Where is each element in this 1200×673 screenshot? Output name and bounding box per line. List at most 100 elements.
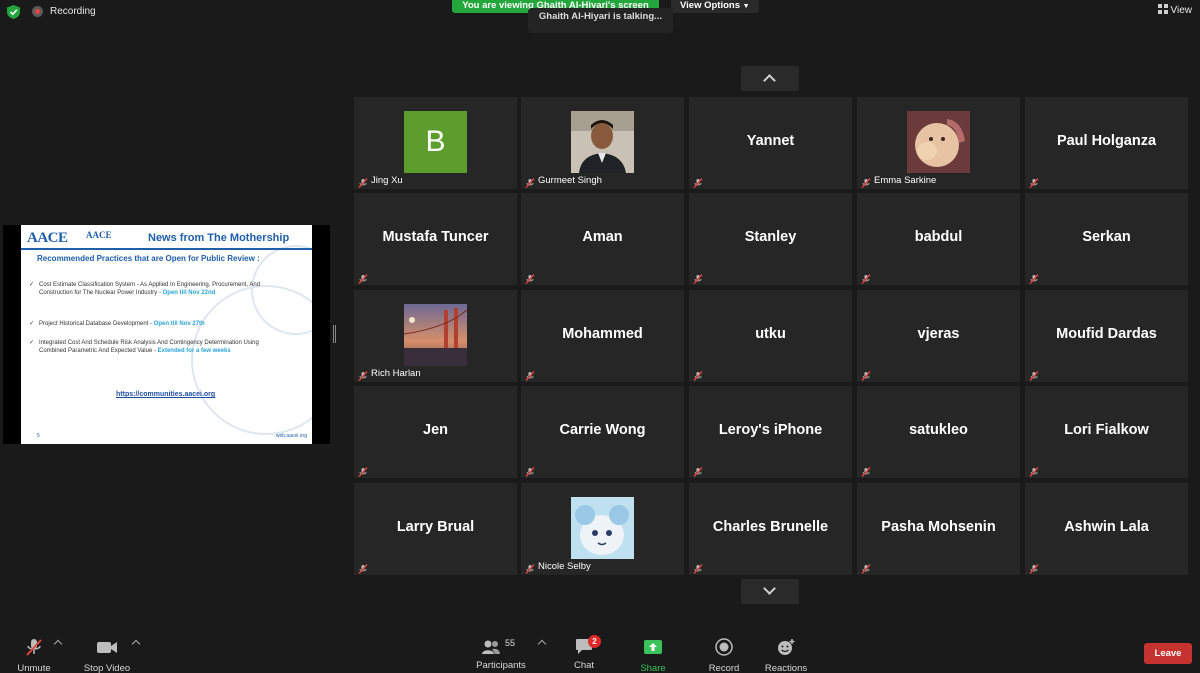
- participant-tile[interactable]: satukleo: [857, 386, 1020, 478]
- participant-name: Pasha Mohsenin: [881, 519, 996, 535]
- participant-tile[interactable]: Stanley: [689, 193, 852, 285]
- participant-tile[interactable]: Carrie Wong: [521, 386, 684, 478]
- microphone-muted-icon: [1029, 271, 1039, 284]
- participant-tile[interactable]: Moufid Dardas: [1025, 290, 1188, 382]
- participant-name: Charles Brunelle: [712, 519, 829, 535]
- next-page-button[interactable]: [741, 579, 799, 604]
- participant-avatar: [571, 497, 634, 559]
- slide-bullet: Project Historical Database Development …: [29, 320, 284, 328]
- participant-name: Gurmeet Singh: [538, 175, 602, 186]
- leave-button[interactable]: Leave: [1144, 643, 1192, 664]
- participants-button[interactable]: 55 Participants: [475, 638, 527, 671]
- share-screen-icon: [644, 640, 662, 654]
- slide-website: web.aacei.org: [275, 433, 307, 439]
- participant-name: Yannet: [746, 133, 795, 149]
- shield-icon[interactable]: [7, 5, 20, 19]
- slide-page-number: 5: [37, 433, 40, 439]
- participant-name: Emma Sarkine: [874, 175, 937, 186]
- participant-name: Moufid Dardas: [1056, 326, 1157, 342]
- microphone-muted-icon: [861, 271, 871, 284]
- active-speaker-label: Ghaith Al-Hiyari is talking...: [528, 8, 673, 33]
- participant-tile[interactable]: Nicole Selby: [521, 483, 684, 575]
- microphone-muted-icon: [26, 639, 42, 656]
- participant-name: Paul Holganza: [1056, 133, 1157, 149]
- slide-bullet: Cost Estimate Classification System - As…: [29, 281, 284, 297]
- bullet-highlight: Open till Nov 27th: [153, 321, 205, 327]
- participant-name: Nicole Selby: [538, 561, 591, 572]
- bullet-highlight: Open till Nov 22nd: [162, 290, 216, 296]
- participant-name: Jen: [423, 422, 448, 438]
- slide-bullet: Integrated Cost And Schedule Risk Analys…: [29, 339, 284, 355]
- previous-page-button[interactable]: [741, 66, 799, 91]
- participant-tile[interactable]: vjeras: [857, 290, 1020, 382]
- participant-tile[interactable]: Pasha Mohsenin: [857, 483, 1020, 575]
- participant-name: Mohammed: [562, 326, 643, 342]
- participant-tile[interactable]: Gurmeet Singh: [521, 97, 684, 189]
- participant-tile[interactable]: Larry Brual: [354, 483, 517, 575]
- participant-count: 55: [505, 638, 516, 648]
- stop-video-button[interactable]: Stop Video: [82, 638, 132, 673]
- participant-name: Ashwin Lala: [1064, 519, 1149, 535]
- microphone-muted-icon: [525, 368, 535, 381]
- video-options-caret[interactable]: [131, 639, 141, 649]
- participant-tile[interactable]: utku: [689, 290, 852, 382]
- participants-icon-wrap: 55: [481, 638, 521, 657]
- participant-tile[interactable]: Rich Harlan: [354, 290, 517, 382]
- microphone-muted-icon: [525, 561, 535, 574]
- share-screen-label: Share Screen: [640, 663, 666, 673]
- slide-link: https://communities.aacei.org: [116, 391, 216, 398]
- view-options-button[interactable]: View Options ▼: [671, 0, 759, 13]
- splitter-handle[interactable]: [333, 325, 336, 343]
- slide-divider: [21, 248, 312, 250]
- participant-tile[interactable]: B Jing Xu: [354, 97, 517, 189]
- participant-tile[interactable]: Mustafa Tuncer: [354, 193, 517, 285]
- microphone-muted-icon: [693, 368, 703, 381]
- chevron-down-icon: [763, 582, 776, 595]
- recording-icon: [32, 6, 43, 17]
- participant-tile[interactable]: Yannet: [689, 97, 852, 189]
- microphone-muted-icon: [358, 271, 368, 284]
- record-icon: [715, 638, 733, 656]
- view-button[interactable]: View: [1157, 4, 1192, 16]
- chat-button[interactable]: 2 Chat: [570, 635, 601, 671]
- participant-tile[interactable]: Serkan: [1025, 193, 1188, 285]
- top-bar: Recording You are viewing Ghaith Al-Hiya…: [0, 0, 1200, 33]
- participant-tile[interactable]: Ashwin Lala: [1025, 483, 1188, 575]
- slide-subtitle: Recommended Practices that are Open for …: [37, 254, 260, 263]
- record-button[interactable]: Record: [707, 638, 741, 673]
- reactions-button[interactable]: Reactions: [763, 638, 809, 673]
- shared-screen[interactable]: AACE AACE News from The Mothership Recom…: [3, 225, 330, 444]
- participant-tile[interactable]: Charles Brunelle: [689, 483, 852, 575]
- unmute-button[interactable]: Unmute: [14, 638, 54, 673]
- view-options-label: View Options: [680, 0, 741, 11]
- participant-tile[interactable]: Aman: [521, 193, 684, 285]
- share-screen-button[interactable]: Share Screen: [624, 638, 682, 673]
- microphone-muted-icon: [358, 561, 368, 574]
- microphone-muted-icon: [693, 175, 703, 188]
- reactions-label: Reactions: [764, 663, 808, 673]
- microphone-muted-icon: [861, 368, 871, 381]
- participant-tile[interactable]: Mohammed: [521, 290, 684, 382]
- microphone-muted-icon: [861, 561, 871, 574]
- microphone-muted-icon: [358, 464, 368, 477]
- microphone-muted-icon: [358, 175, 368, 188]
- participant-tile[interactable]: Emma Sarkine: [857, 97, 1020, 189]
- audio-options-caret[interactable]: [53, 639, 63, 649]
- participant-tile[interactable]: Paul Holganza: [1025, 97, 1188, 189]
- microphone-muted-icon: [693, 464, 703, 477]
- bullet-text: Cost Estimate Classification System - As…: [39, 282, 261, 296]
- participants-label: Participants: [476, 660, 526, 671]
- participant-tile[interactable]: Leroy's iPhone: [689, 386, 852, 478]
- recording-label[interactable]: Recording: [50, 6, 96, 17]
- chevron-up-icon: [763, 74, 776, 87]
- participant-name: Leroy's iPhone: [718, 422, 823, 438]
- presentation-slide: AACE AACE News from The Mothership Recom…: [21, 225, 312, 444]
- participants-options-caret[interactable]: [537, 639, 547, 649]
- participant-name: Carrie Wong: [559, 422, 646, 438]
- participant-tile[interactable]: Jen: [354, 386, 517, 478]
- participant-name: Aman: [582, 229, 623, 245]
- aace-logo: AACE: [27, 230, 68, 246]
- participant-tile[interactable]: Lori Fialkow: [1025, 386, 1188, 478]
- participant-tile[interactable]: babdul: [857, 193, 1020, 285]
- participant-name: Serkan: [1082, 229, 1131, 245]
